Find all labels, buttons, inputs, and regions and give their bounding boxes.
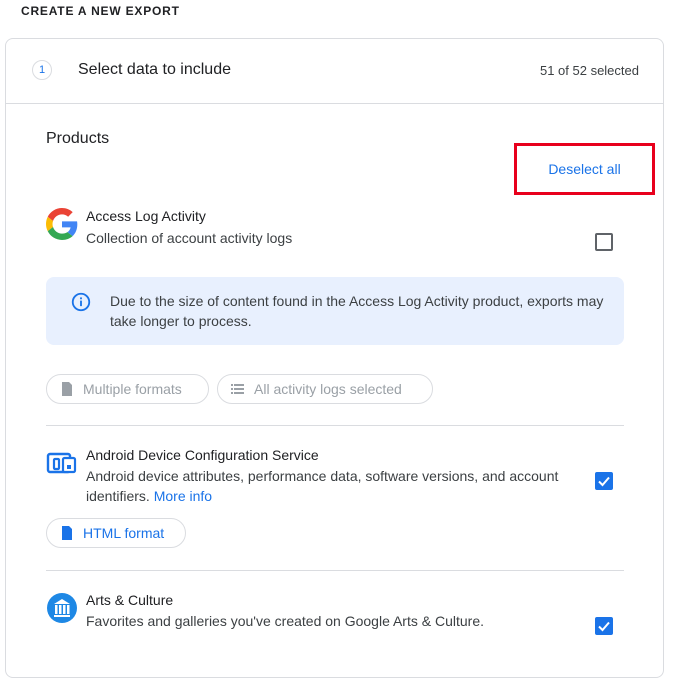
- deselect-all-button[interactable]: Deselect all: [517, 146, 652, 192]
- product-name: Android Device Configuration Service: [86, 447, 319, 463]
- multiple-formats-chip[interactable]: Multiple formats: [46, 374, 209, 404]
- selected-count: 51 of 52 selected: [539, 63, 639, 78]
- info-banner: Due to the size of content found in the …: [46, 277, 624, 345]
- chip-label: All activity logs selected: [254, 381, 402, 397]
- checkmark-icon: [598, 621, 610, 632]
- more-info-link[interactable]: More info: [154, 488, 212, 504]
- html-format-chip[interactable]: HTML format: [46, 518, 186, 548]
- product-description: Android device attributes, performance d…: [86, 466, 586, 506]
- product-description: Favorites and galleries you've created o…: [86, 613, 484, 629]
- devices-icon: [46, 452, 77, 474]
- divider: [46, 425, 624, 426]
- file-icon: [62, 382, 72, 396]
- product-checkbox-android-device[interactable]: [595, 472, 613, 490]
- product-name: Access Log Activity: [86, 208, 206, 224]
- info-icon: [71, 292, 91, 312]
- info-text: Due to the size of content found in the …: [110, 293, 604, 329]
- list-icon: [231, 384, 244, 394]
- checkmark-icon: [598, 476, 610, 487]
- product-checkbox-arts-culture[interactable]: [595, 617, 613, 635]
- product-description: Collection of account activity logs: [86, 230, 293, 246]
- step-title: Select data to include: [78, 61, 231, 78]
- page-heading: CREATE A NEW EXPORT: [21, 4, 180, 18]
- deselect-all-highlight: Deselect all: [514, 143, 655, 195]
- export-step-card: 1 Select data to include 51 of 52 select…: [5, 38, 664, 678]
- divider: [46, 570, 624, 571]
- chip-label: HTML format: [83, 525, 165, 541]
- step-header[interactable]: 1 Select data to include 51 of 52 select…: [6, 39, 663, 104]
- chip-label: Multiple formats: [83, 381, 182, 397]
- step-number: 1: [32, 60, 52, 80]
- activity-logs-chip[interactable]: All activity logs selected: [217, 374, 433, 404]
- file-icon: [62, 526, 72, 540]
- google-g-icon: [46, 208, 78, 240]
- product-name: Arts & Culture: [86, 592, 174, 608]
- products-heading: Products: [46, 130, 110, 147]
- product-checkbox-access-log[interactable]: [595, 233, 613, 251]
- arts-culture-icon: [47, 593, 77, 623]
